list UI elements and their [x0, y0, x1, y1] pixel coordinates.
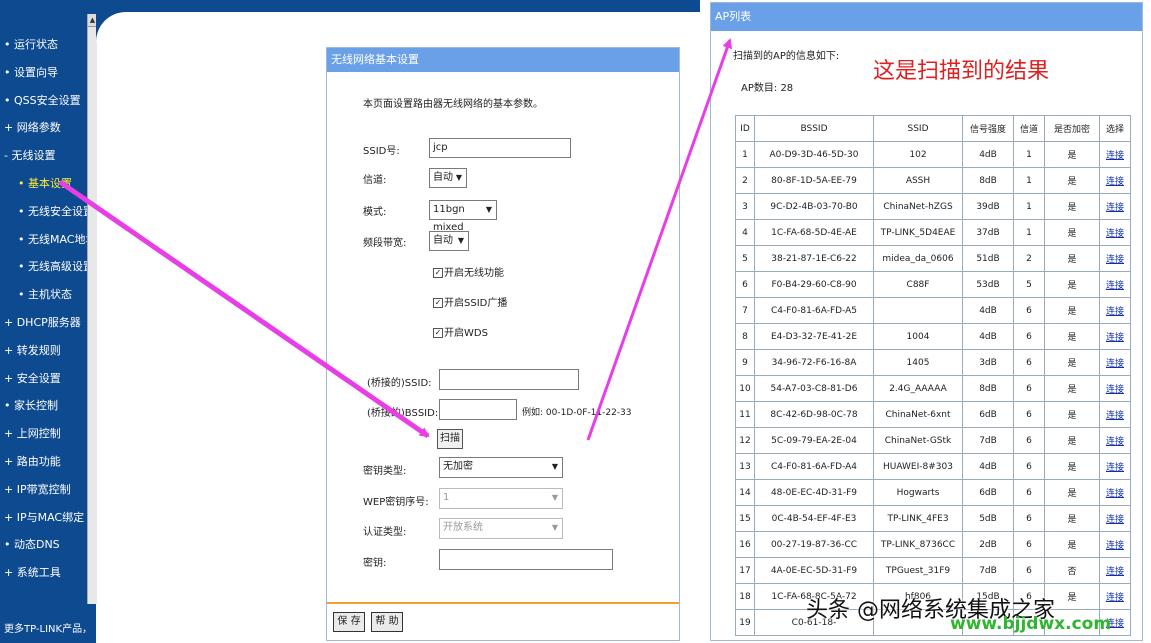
- annotation-arrows: [58, 38, 733, 441]
- arrow-to-ap-list: [586, 38, 733, 441]
- arrow-to-scan-button: [58, 179, 430, 439]
- watermark-url: www.bjjdwx.com: [950, 614, 1112, 634]
